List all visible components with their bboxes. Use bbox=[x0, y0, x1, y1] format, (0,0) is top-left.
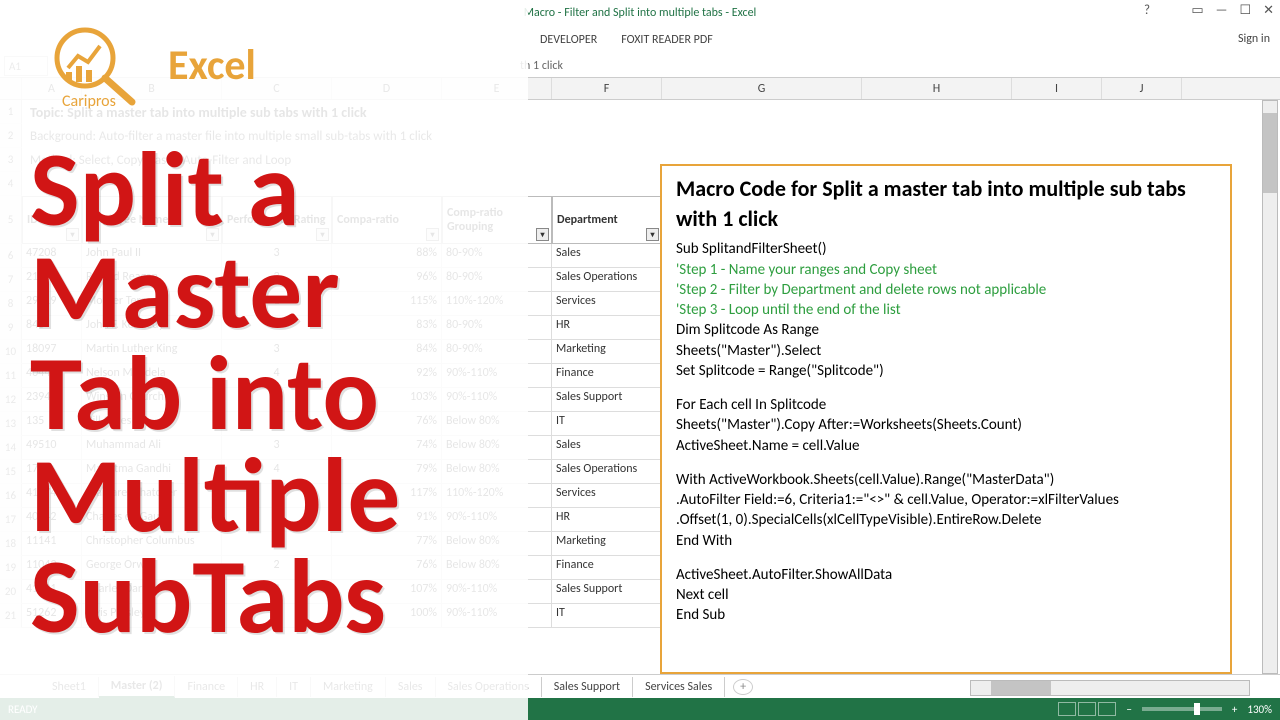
status-bar: READY − + 130% bbox=[0, 698, 1280, 720]
ribbon-display-icon[interactable]: ▭ bbox=[1191, 3, 1203, 18]
vertical-scrollbar[interactable] bbox=[1262, 100, 1278, 674]
row-header[interactable]: 13 bbox=[0, 412, 22, 436]
maximize-icon[interactable]: ☐ bbox=[1239, 3, 1251, 18]
row-header[interactable]: 10 bbox=[0, 340, 22, 364]
row-header[interactable]: 6 bbox=[0, 244, 22, 268]
row-header[interactable]: 3 bbox=[0, 148, 22, 172]
close-icon[interactable]: ✕ bbox=[1263, 3, 1274, 18]
name-box[interactable]: A1 bbox=[4, 56, 48, 76]
zoom-in-icon[interactable]: + bbox=[1232, 703, 1237, 716]
tab-developer[interactable]: DEVELOPER bbox=[540, 33, 597, 47]
row-header[interactable]: 9 bbox=[0, 316, 22, 340]
row-header[interactable]: 5 bbox=[0, 196, 22, 244]
zoom-out-icon[interactable]: − bbox=[1126, 703, 1131, 716]
macro-title: Macro Code for Split a master tab into m… bbox=[676, 174, 1216, 233]
sheet-tab[interactable]: Sales Support bbox=[542, 677, 633, 697]
macro-code-textbox[interactable]: Macro Code for Split a master tab into m… bbox=[660, 164, 1232, 674]
row-header[interactable]: 8 bbox=[0, 292, 22, 316]
new-sheet-button[interactable]: + bbox=[733, 679, 753, 695]
filter-icon[interactable]: ▾ bbox=[66, 228, 79, 241]
column-headers: ABCD E F G H I J bbox=[0, 78, 1280, 100]
row-header[interactable]: 16 bbox=[0, 484, 22, 508]
horizontal-scrollbar[interactable] bbox=[970, 680, 1250, 696]
filter-icon[interactable]: ▾ bbox=[536, 228, 549, 241]
sheet-tab[interactable]: IT bbox=[277, 677, 311, 697]
row-header[interactable]: 12 bbox=[0, 388, 22, 412]
row-header[interactable]: 19 bbox=[0, 556, 22, 580]
row-header[interactable]: 17 bbox=[0, 508, 22, 532]
row-header[interactable]: 14 bbox=[0, 436, 22, 460]
row-header[interactable]: 18 bbox=[0, 532, 22, 556]
view-buttons[interactable] bbox=[1058, 702, 1116, 716]
row-header[interactable]: 20 bbox=[0, 580, 22, 604]
row-header[interactable]: 2 bbox=[0, 124, 22, 148]
sheet-tab[interactable]: Sheet1 bbox=[40, 677, 99, 697]
zoom-slider[interactable] bbox=[1142, 707, 1222, 711]
sheet-tab[interactable]: HR bbox=[238, 677, 277, 697]
help-icon[interactable]: ? bbox=[1144, 3, 1150, 18]
sheet-tab[interactable]: Marketing bbox=[311, 677, 386, 697]
row-header[interactable]: 7 bbox=[0, 268, 22, 292]
sheet-tab[interactable]: Finance bbox=[175, 677, 238, 697]
filter-icon[interactable]: ▾ bbox=[206, 228, 219, 241]
row-header[interactable]: 4 bbox=[0, 172, 22, 196]
sheet-tab[interactable]: Sales Operations bbox=[436, 677, 542, 697]
row-header[interactable]: 11 bbox=[0, 364, 22, 388]
status-ready: READY bbox=[8, 703, 38, 716]
background-cell: Background: Auto-filter a master file in… bbox=[22, 124, 1280, 148]
filter-icon[interactable]: ▾ bbox=[426, 228, 439, 241]
window-title: Macro - Filter and Split into multiple t… bbox=[524, 6, 757, 20]
sheet-tab[interactable]: Master (2) bbox=[99, 676, 176, 698]
sign-in-link[interactable]: Sign in bbox=[1238, 32, 1270, 46]
ribbon-tabs: DEVELOPER FOXIT READER PDF bbox=[0, 26, 1280, 54]
row-headers: 123456789101112131415161718192021 bbox=[0, 100, 22, 628]
minimize-icon[interactable]: — bbox=[1216, 3, 1228, 18]
topic-cell: Topic: Split a master tab into multiple … bbox=[22, 100, 1280, 124]
row-header[interactable]: 21 bbox=[0, 604, 22, 628]
formula-bar[interactable]: th 1 click bbox=[0, 54, 1280, 78]
filter-icon[interactable]: ▾ bbox=[646, 228, 659, 241]
sheet-tab[interactable]: Services Sales bbox=[633, 677, 725, 697]
tab-foxit[interactable]: FOXIT READER PDF bbox=[621, 33, 713, 47]
row-header[interactable]: 1 bbox=[0, 100, 22, 124]
title-bar: Macro - Filter and Split into multiple t… bbox=[0, 0, 1280, 26]
zoom-level: 130% bbox=[1247, 703, 1272, 716]
row-header[interactable]: 15 bbox=[0, 460, 22, 484]
filter-icon[interactable]: ▾ bbox=[316, 228, 329, 241]
sheet-tab[interactable]: Sales bbox=[386, 677, 436, 697]
